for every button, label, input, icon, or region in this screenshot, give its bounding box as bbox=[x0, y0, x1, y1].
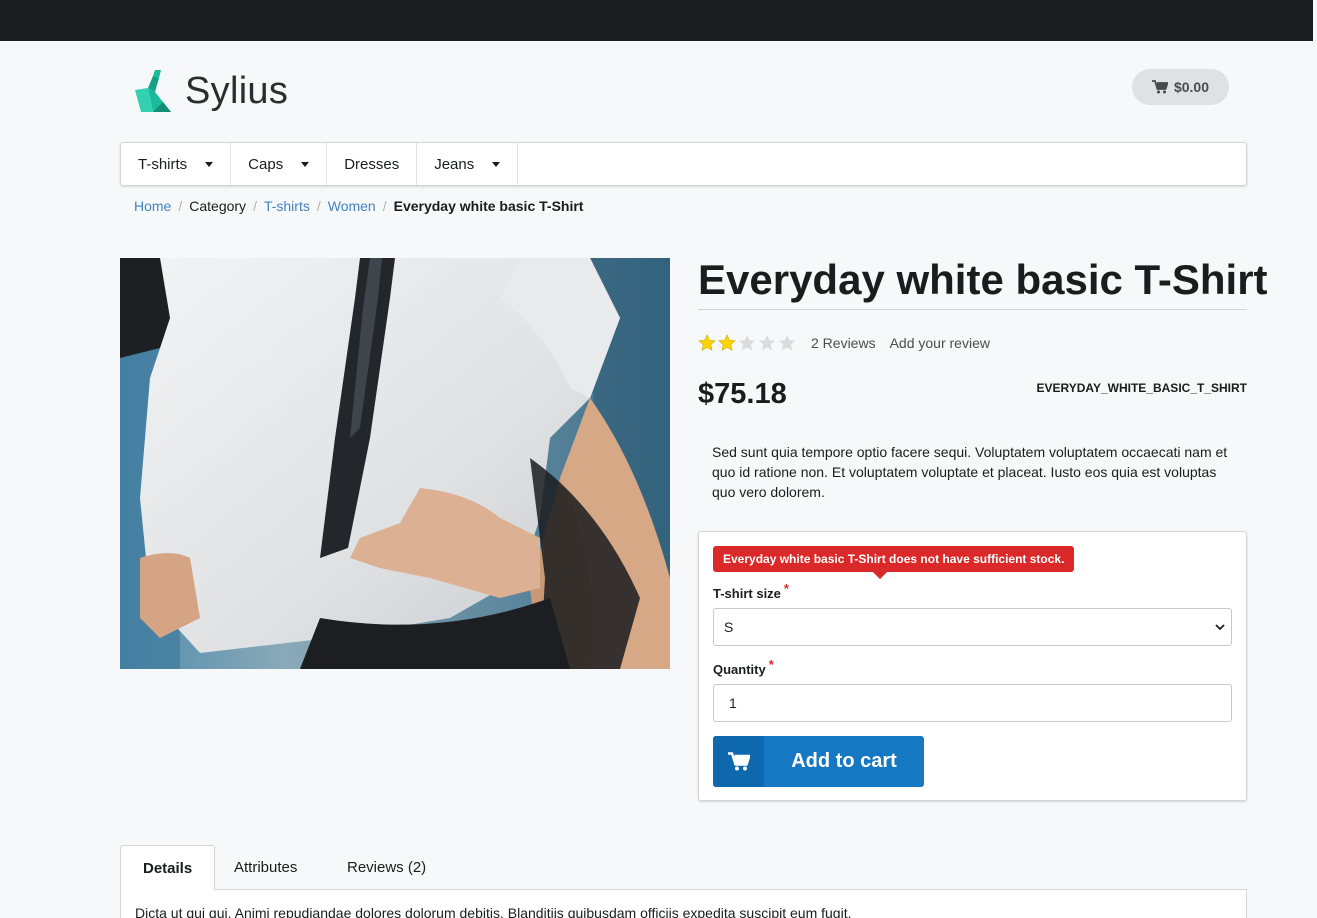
required-mark: * bbox=[768, 657, 774, 672]
product-rating: 2 Reviews Add your review bbox=[698, 334, 990, 352]
breadcrumb-tshirts[interactable]: T-shirts bbox=[264, 198, 310, 214]
star-icon bbox=[758, 334, 776, 351]
breadcrumb-divider: / bbox=[382, 198, 387, 214]
breadcrumb-divider: / bbox=[178, 198, 183, 214]
caret-down-icon bbox=[492, 161, 501, 167]
star-icon bbox=[778, 334, 796, 351]
size-label-text: T-shirt size bbox=[713, 586, 781, 601]
star-icon bbox=[698, 334, 716, 351]
size-select-value: S bbox=[724, 619, 734, 635]
product-image[interactable] bbox=[120, 258, 670, 669]
add-to-cart-label: Add to cart bbox=[791, 750, 897, 772]
product-sku: EVERYDAY_WHITE_BASIC_T_SHIRT bbox=[1036, 381, 1248, 395]
add-to-cart-form: Everyday white basic T-Shirt does not ha… bbox=[698, 531, 1247, 801]
top-bar bbox=[0, 0, 1317, 41]
shopping-cart-icon bbox=[727, 752, 750, 771]
details-text: Dicta ut qui qui. Animi repudiandae dolo… bbox=[135, 905, 852, 918]
menu-item-label: T-shirts bbox=[138, 155, 188, 173]
breadcrumb: Home / Category / T-shirts / Women / Eve… bbox=[134, 198, 583, 214]
stock-error-message: Everyday white basic T-Shirt does not ha… bbox=[713, 546, 1075, 572]
quantity-input[interactable]: 1 bbox=[713, 684, 1232, 722]
brand-name: Sylius bbox=[185, 70, 289, 112]
breadcrumb-divider: / bbox=[253, 198, 257, 214]
menu-item-tshirts[interactable]: T-shirts bbox=[121, 143, 232, 185]
add-to-cart-icon-area bbox=[713, 736, 764, 787]
reviews-count-link[interactable]: 2 Reviews bbox=[811, 335, 876, 351]
cart-total: $0.00 bbox=[1173, 79, 1210, 95]
star-icon bbox=[738, 334, 756, 351]
menu-item-label: Jeans bbox=[434, 155, 475, 173]
menu-item-label: Caps bbox=[248, 155, 284, 173]
cart-button[interactable]: $0.00 bbox=[1132, 69, 1229, 105]
breadcrumb-current: Everyday white basic T-Shirt bbox=[393, 198, 584, 214]
quantity-label-text: Quantity bbox=[713, 662, 766, 677]
product-title: Everyday white basic T-Shirt bbox=[698, 254, 1268, 310]
rating-stars bbox=[698, 334, 798, 352]
product-tabs: Details Attributes Reviews (2) Dicta ut … bbox=[120, 845, 1247, 918]
breadcrumb-divider: / bbox=[316, 198, 321, 214]
shopping-cart-icon bbox=[1151, 80, 1168, 94]
product-photo bbox=[120, 258, 670, 669]
add-review-link[interactable]: Add your review bbox=[890, 335, 990, 351]
tab-attributes[interactable]: Attributes bbox=[212, 845, 319, 890]
tab-reviews[interactable]: Reviews (2) bbox=[325, 845, 448, 890]
caret-down-icon bbox=[301, 161, 310, 167]
breadcrumb-category: Category bbox=[189, 198, 247, 214]
breadcrumb-home[interactable]: Home bbox=[134, 198, 171, 214]
menu-item-dresses[interactable]: Dresses bbox=[327, 143, 418, 185]
menu-item-label: Dresses bbox=[344, 155, 400, 173]
add-to-cart-button[interactable]: Add to cart bbox=[713, 736, 924, 787]
quantity-label: Quantity * bbox=[713, 657, 774, 677]
product-description: Sed sunt quia tempore optio facere sequi… bbox=[712, 444, 1228, 500]
product-price: $75.18 bbox=[698, 378, 787, 410]
site-logo[interactable]: Sylius bbox=[133, 68, 288, 114]
caret-down-icon bbox=[205, 161, 214, 167]
star-icon bbox=[718, 334, 736, 351]
breadcrumb-women[interactable]: Women bbox=[328, 198, 376, 214]
quantity-value: 1 bbox=[729, 695, 737, 711]
size-select[interactable]: S bbox=[713, 608, 1232, 646]
main-menu: T-shirts Caps Dresses Jeans bbox=[120, 142, 1247, 186]
tab-details[interactable]: Details bbox=[120, 845, 216, 891]
menu-item-caps[interactable]: Caps bbox=[231, 143, 328, 185]
sylius-logo-icon bbox=[135, 70, 171, 112]
size-label: T-shirt size * bbox=[713, 581, 789, 601]
chevron-down-icon bbox=[1215, 624, 1225, 631]
details-panel: Dicta ut qui qui. Animi repudiandae dolo… bbox=[120, 890, 1247, 918]
required-mark: * bbox=[783, 581, 789, 596]
menu-item-jeans[interactable]: Jeans bbox=[417, 143, 519, 185]
